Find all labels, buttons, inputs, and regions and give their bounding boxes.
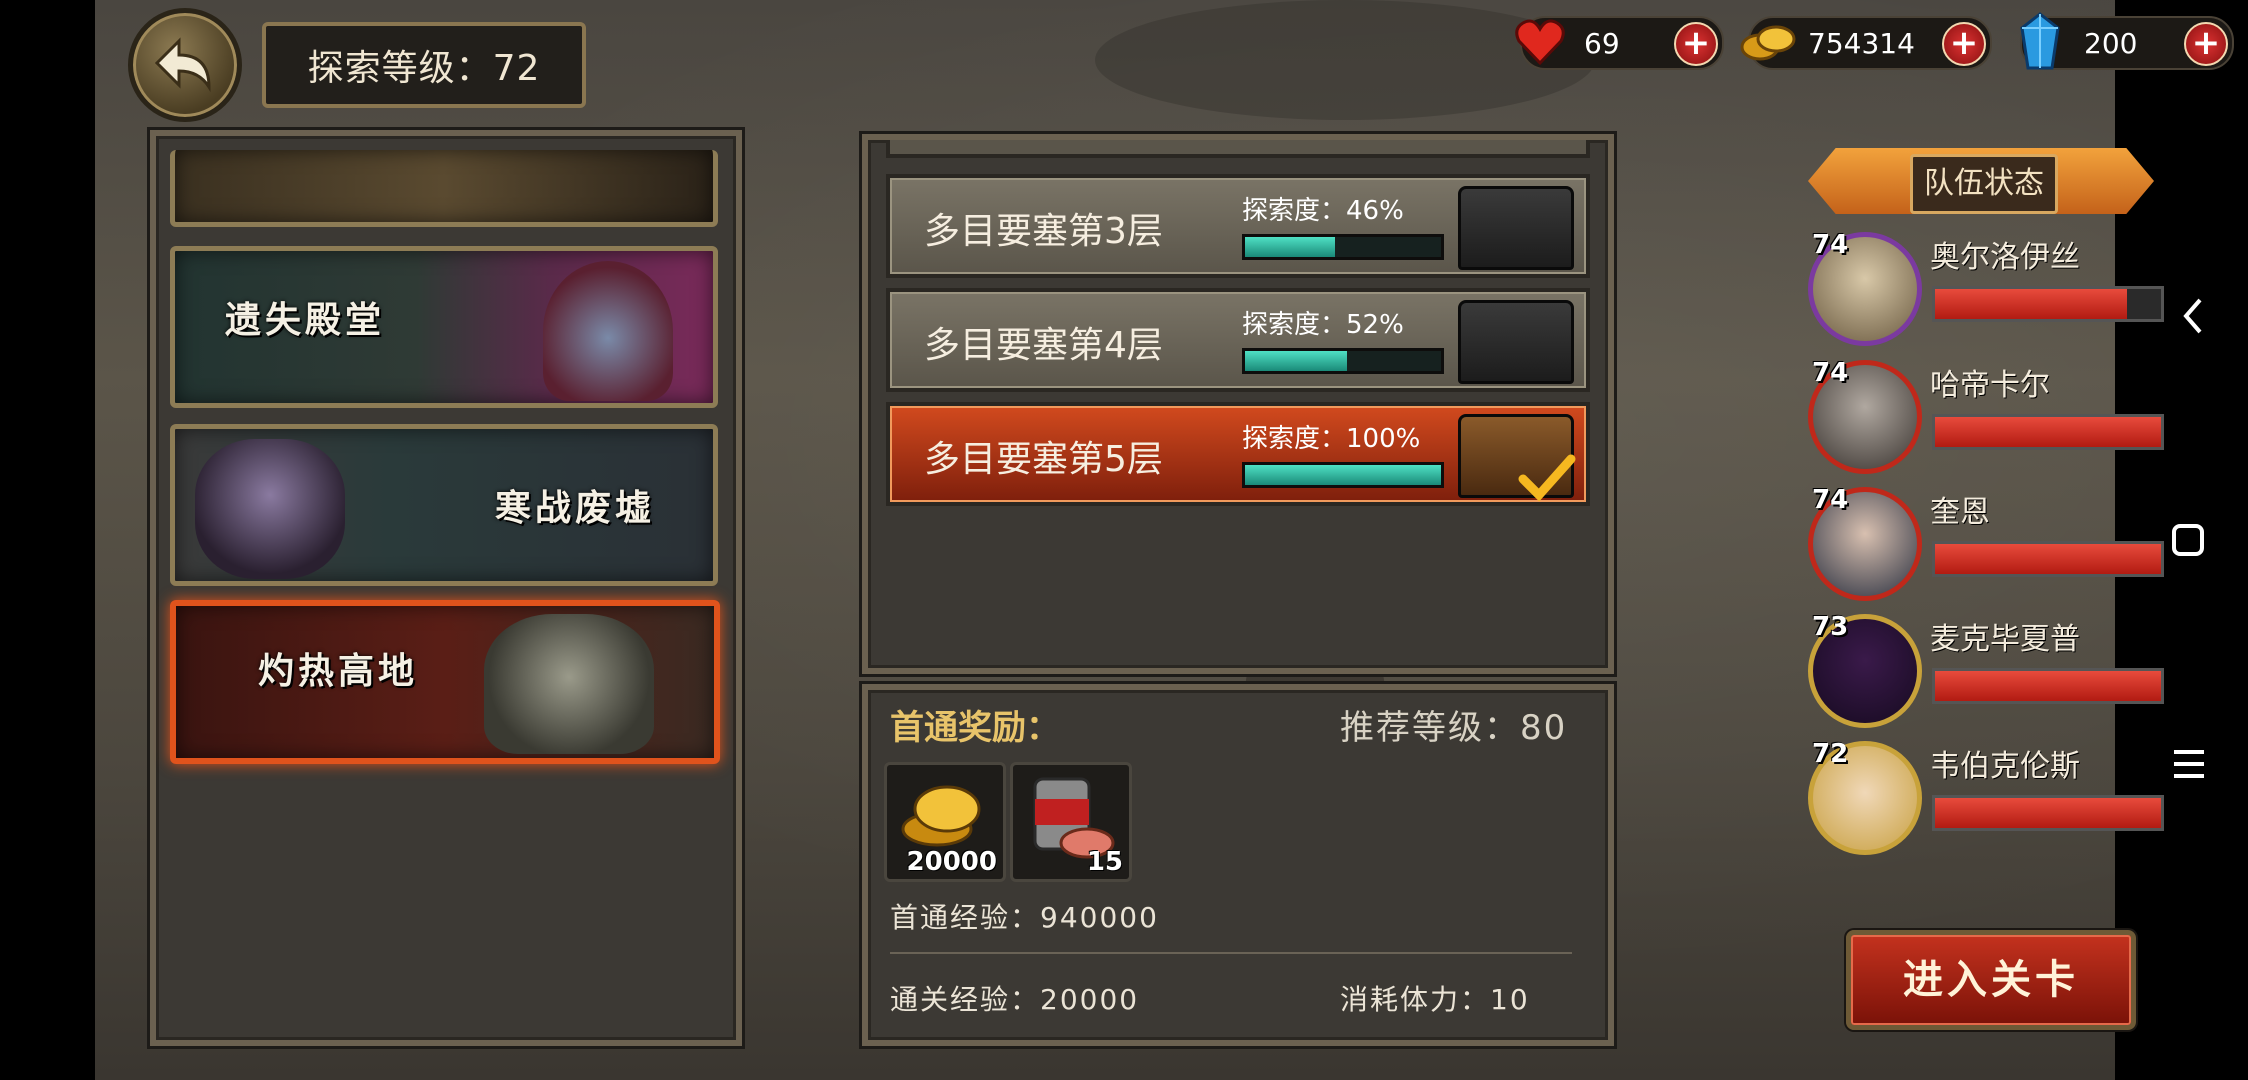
hero-row[interactable]: 74 奥尔洛伊丝 <box>1800 228 2164 348</box>
floor-row-5[interactable]: 多目要塞第5层 探索度：100% <box>886 402 1590 506</box>
zone-label: 遗失殿堂 <box>225 300 386 341</box>
nav-back-icon[interactable] <box>2170 296 2220 336</box>
divider <box>890 952 1572 954</box>
hero-name: 韦伯克伦斯 <box>1930 749 2080 784</box>
gold-resource: 754314 + <box>1740 16 1992 70</box>
floor-name: 多目要塞第3层 <box>924 211 1163 252</box>
hero-hp-bar <box>1932 795 2164 831</box>
checkmark-icon <box>1518 454 1576 502</box>
add-crystal-button[interactable]: + <box>2184 22 2228 66</box>
reward-count: 15 <box>1086 847 1123 877</box>
floor-name: 多目要塞第5层 <box>924 439 1163 480</box>
crystal-value: 200 <box>2084 27 2138 60</box>
treasure-chest-icon[interactable] <box>1458 300 1574 384</box>
succubus-portrait <box>543 261 673 401</box>
hero-name: 奎恩 <box>1930 495 1990 530</box>
floor-name: 多目要塞第4层 <box>924 325 1163 366</box>
hero-hp-fill <box>1935 417 2161 447</box>
hearts-value: 69 <box>1584 27 1620 60</box>
hearts-resource: 69 + <box>1515 16 1724 70</box>
explore-level-label: 探索等级：72 <box>262 22 586 108</box>
hero-hp-bar <box>1932 541 2164 577</box>
hero-name: 麦克毕夏普 <box>1930 622 2080 657</box>
hero-level: 74 <box>1812 230 1849 260</box>
nav-menu-icon[interactable] <box>2164 744 2214 784</box>
exploration-label: 探索度：52% <box>1242 310 1404 340</box>
hero-name: 哈帝卡尔 <box>1930 368 2050 403</box>
exploration-bar-fill <box>1245 465 1441 485</box>
add-gold-button[interactable]: + <box>1942 22 1986 66</box>
hero-hp-bar <box>1932 414 2164 450</box>
gold-coin-icon <box>1738 12 1798 72</box>
exploration-bar-fill <box>1245 237 1336 257</box>
hero-hp-fill <box>1935 671 2161 701</box>
crystal-resource: 200 + <box>2020 12 2234 70</box>
hero-hp-bar <box>1932 668 2164 704</box>
back-arrow-icon <box>154 37 211 93</box>
opened-chest-icon[interactable] <box>1458 414 1576 502</box>
team-status-title: 队伍状态 <box>1910 154 2058 214</box>
stamina-cost: 消耗体力：10 <box>1340 983 1530 1016</box>
rock-golem-portrait <box>484 614 654 754</box>
zone-card-cold-ruins[interactable]: 寒战废墟 <box>170 424 718 586</box>
first-clear-exp: 首通经验：940000 <box>890 901 1159 934</box>
dark-elf-portrait <box>195 439 345 579</box>
hero-row[interactable]: 73 麦克毕夏普 <box>1800 610 2164 730</box>
reward-item-gold[interactable]: 20000 <box>884 762 1006 882</box>
hero-row[interactable]: 74 哈帝卡尔 <box>1800 356 2164 476</box>
hero-hp-fill <box>1935 798 2161 828</box>
recommended-level: 推荐等级：80 <box>1340 708 1568 748</box>
hero-row[interactable]: 74 奎恩 <box>1800 483 2164 603</box>
back-button[interactable] <box>128 8 242 122</box>
treasure-chest-icon[interactable] <box>1458 186 1574 270</box>
nav-home-icon[interactable] <box>2164 520 2214 560</box>
hero-name: 奥尔洛伊丝 <box>1930 240 2080 275</box>
add-hearts-button[interactable]: + <box>1674 22 1718 66</box>
heart-icon <box>1510 12 1570 72</box>
zone-card-lost-hall[interactable]: 遗失殿堂 <box>170 246 718 408</box>
zone-card-scorching-highland[interactable]: 灼热高地 <box>170 600 720 764</box>
exploration-label: 探索度：46% <box>1242 196 1404 226</box>
hero-level: 74 <box>1812 358 1849 388</box>
enter-stage-button[interactable]: 进入关卡 <box>1846 930 2136 1030</box>
exploration-label: 探索度：100% <box>1242 424 1421 454</box>
first-clear-reward-title: 首通奖励： <box>890 708 1060 748</box>
floor-row-partial <box>886 140 1590 158</box>
hero-hp-fill <box>1935 544 2161 574</box>
hero-level: 73 <box>1812 612 1849 642</box>
floor-row-3[interactable]: 多目要塞第3层 探索度：46% <box>886 174 1590 278</box>
hero-hp-fill <box>1935 289 2128 319</box>
exploration-bar-fill <box>1245 351 1347 371</box>
crystal-icon <box>2010 12 2070 72</box>
hero-level: 74 <box>1812 485 1849 515</box>
clear-exp: 通关经验：20000 <box>890 983 1140 1016</box>
zone-label: 灼热高地 <box>258 651 419 692</box>
exploration-bar <box>1242 348 1444 374</box>
reward-item-meat[interactable]: 15 <box>1010 762 1132 882</box>
exploration-bar <box>1242 234 1444 260</box>
gold-value: 754314 <box>1808 27 1915 60</box>
floor-row-4[interactable]: 多目要塞第4层 探索度：52% <box>886 288 1590 392</box>
hero-row[interactable]: 72 韦伯克伦斯 <box>1800 737 2164 857</box>
hero-hp-bar <box>1932 286 2164 322</box>
zone-label: 寒战废墟 <box>495 488 656 529</box>
zone-card-partial[interactable] <box>170 150 718 227</box>
hero-level: 72 <box>1812 739 1849 769</box>
exploration-bar <box>1242 462 1444 488</box>
reward-count: 20000 <box>906 847 997 877</box>
